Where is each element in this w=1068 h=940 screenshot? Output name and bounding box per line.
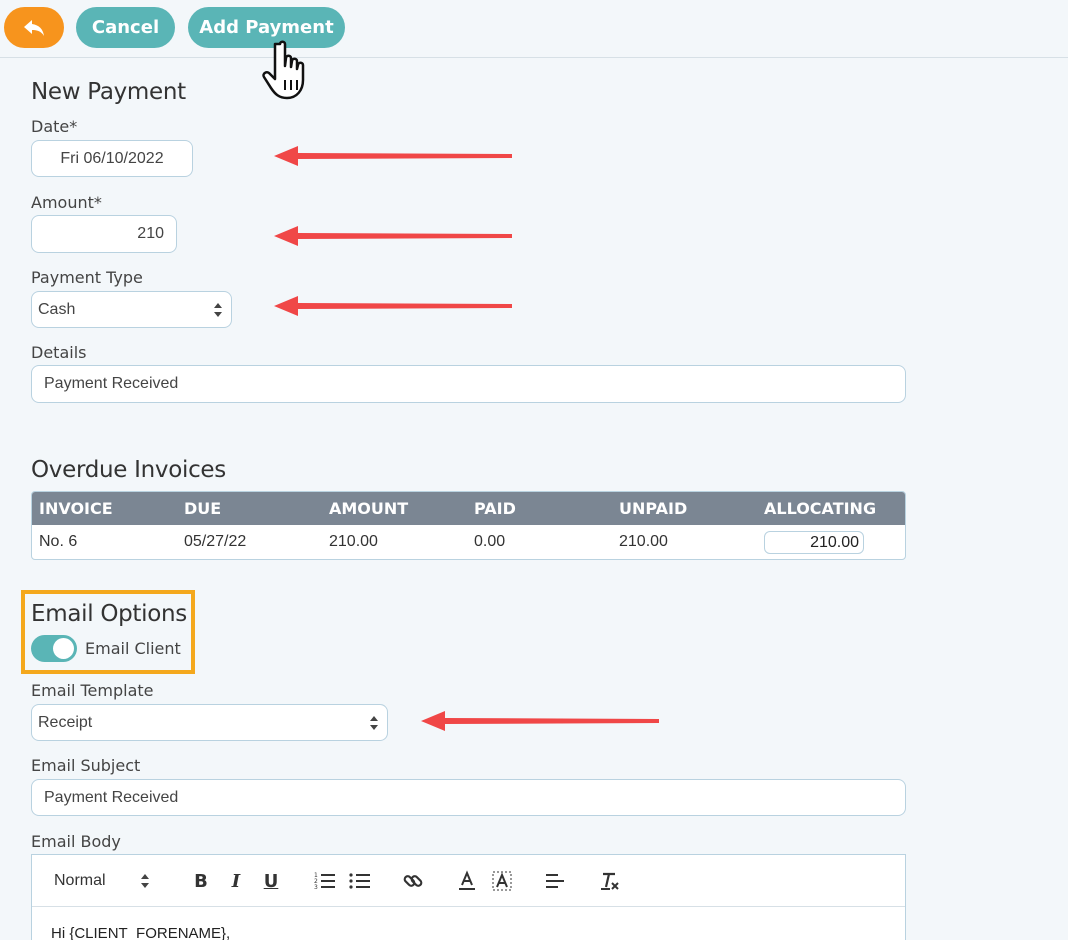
email-options-heading: Email Options	[31, 601, 187, 627]
annotation-arrow	[274, 296, 512, 316]
undo-arrow-icon	[24, 19, 44, 36]
select-arrows-icon	[370, 715, 378, 730]
table-row: No. 6 05/27/22 210.00 0.00 210.00 210.00	[32, 525, 905, 559]
align-left-icon[interactable]	[544, 869, 566, 893]
bullet-list-icon[interactable]	[349, 869, 371, 893]
details-field[interactable]: Payment Received	[31, 365, 906, 403]
text-color-icon[interactable]	[456, 869, 478, 893]
unpaid-cell: 210.00	[619, 533, 668, 550]
email-client-label: Email Client	[85, 639, 181, 658]
annotation-arrow	[274, 226, 512, 246]
date-field[interactable]: Fri 06/10/2022	[31, 140, 193, 177]
amount-label: Amount*	[31, 193, 102, 212]
column-header: DUE	[184, 499, 222, 518]
column-header: PAID	[474, 499, 516, 518]
allocating-input[interactable]: 210.00	[764, 530, 864, 554]
svg-text:3: 3	[314, 884, 318, 891]
back-button[interactable]	[4, 7, 64, 48]
column-header: INVOICE	[39, 499, 113, 518]
invoice-cell: No. 6	[39, 533, 78, 550]
invoices-table: INVOICE DUE AMOUNT PAID UNPAID ALLOCATIN…	[31, 491, 906, 560]
email-template-select[interactable]: Receipt	[31, 704, 388, 741]
top-toolbar: Cancel Add Payment	[0, 0, 1068, 58]
column-header: UNPAID	[619, 499, 688, 518]
cancel-button[interactable]: Cancel	[76, 7, 175, 48]
amount-field[interactable]: 210	[31, 215, 177, 253]
italic-icon[interactable]: I	[224, 869, 248, 893]
table-header: INVOICE DUE AMOUNT PAID UNPAID ALLOCATIN…	[32, 492, 905, 525]
column-header: AMOUNT	[329, 499, 409, 518]
background-color-icon[interactable]	[491, 869, 513, 893]
annotation-arrow	[421, 711, 659, 731]
allocating-cell: 210.00	[757, 530, 905, 554]
hand-pointer-cursor-icon	[262, 40, 305, 100]
email-subject-value: Payment Received	[44, 788, 179, 806]
editor-toolbar: Normal B I U 1 2 3	[32, 855, 905, 907]
ordered-list-icon[interactable]: 1 2 3	[314, 869, 336, 893]
details-value: Payment Received	[44, 375, 179, 392]
email-client-toggle[interactable]	[31, 635, 77, 662]
email-body-label: Email Body	[31, 832, 121, 851]
new-payment-heading: New Payment	[31, 79, 186, 105]
format-value: Normal	[54, 872, 106, 889]
paid-cell: 0.00	[474, 533, 506, 550]
clear-formatting-icon[interactable]	[599, 869, 621, 893]
date-value: Fri 06/10/2022	[60, 149, 164, 167]
column-header: ALLOCATING	[764, 499, 877, 518]
email-body-text[interactable]: Hi {CLIENT_FORENAME},	[51, 925, 230, 940]
details-label: Details	[31, 343, 87, 362]
link-icon[interactable]	[402, 869, 424, 893]
due-cell: 05/27/22	[184, 533, 247, 550]
payment-type-value: Cash	[38, 300, 76, 318]
annotation-arrow	[274, 146, 512, 166]
select-arrows-icon	[214, 302, 222, 317]
email-template-value: Receipt	[38, 713, 93, 731]
toggle-knob	[53, 638, 74, 659]
format-select[interactable]: Normal	[46, 869, 158, 893]
bold-icon[interactable]: B	[189, 869, 213, 893]
email-body-editor[interactable]: Normal B I U 1 2 3 Hi {CLIENT_FORENAME},	[31, 854, 906, 940]
amount-cell: 210.00	[329, 533, 378, 550]
overdue-invoices-heading: Overdue Invoices	[31, 457, 226, 483]
underline-icon[interactable]: U	[259, 869, 283, 893]
email-subject-label: Email Subject	[31, 756, 141, 775]
select-arrows-icon	[141, 874, 149, 888]
page: Cancel Add Payment New Payment Date* Fri…	[0, 0, 1068, 940]
email-template-label: Email Template	[31, 681, 154, 700]
email-subject-field[interactable]: Payment Received	[31, 779, 906, 816]
date-label: Date*	[31, 117, 78, 136]
payment-type-label: Payment Type	[31, 268, 143, 287]
payment-type-select[interactable]: Cash	[31, 291, 232, 328]
amount-value: 210	[137, 225, 164, 242]
